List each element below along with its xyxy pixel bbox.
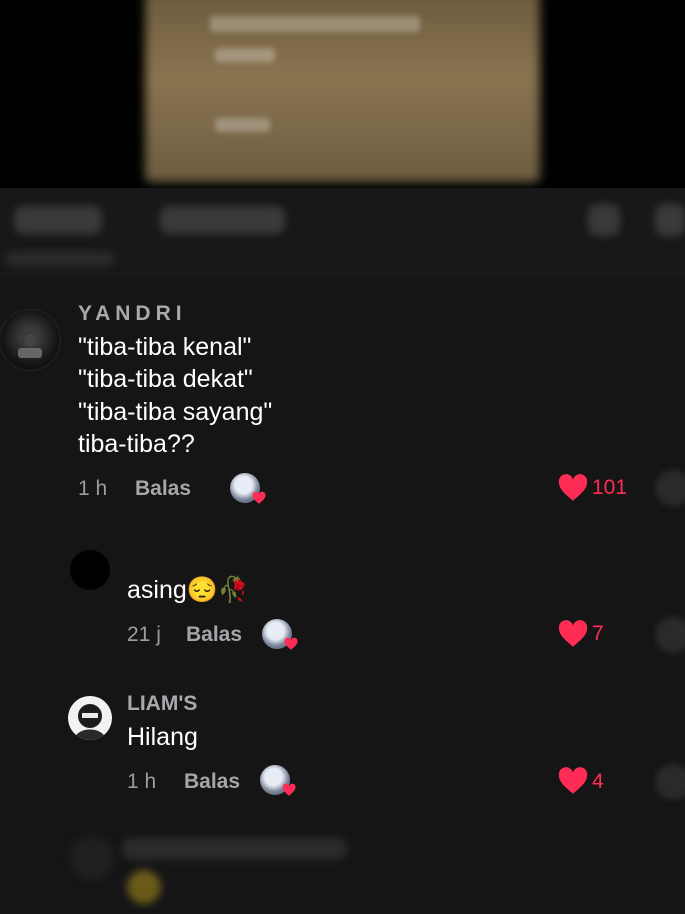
reply-button[interactable]: Balas — [184, 770, 240, 794]
avatar[interactable] — [68, 696, 112, 740]
reply-item: asing😔🥀 21 j Balas 7 — [0, 548, 685, 658]
like-heart-icon[interactable] — [557, 767, 589, 795]
blurred-emoji — [127, 870, 161, 904]
avatar[interactable] — [70, 550, 110, 590]
reply-button[interactable]: Balas — [186, 623, 242, 647]
blurred-subtitle — [6, 252, 114, 266]
blurred-action-icon[interactable] — [655, 204, 685, 236]
creator-liked-avatar — [230, 473, 266, 504]
video-preview-area[interactable] — [0, 0, 685, 188]
heart-icon — [252, 491, 266, 504]
video-action-row — [0, 188, 685, 278]
blurred-share-control[interactable] — [160, 206, 285, 234]
blurred-like-control[interactable] — [14, 206, 102, 234]
blurred-side-button[interactable] — [655, 617, 685, 653]
like-heart-icon[interactable] — [557, 474, 589, 502]
like-heart-icon[interactable] — [557, 620, 589, 648]
avatar[interactable] — [0, 310, 60, 370]
comment-timestamp: 1 h — [78, 477, 108, 500]
reply-timestamp: 21 j — [127, 623, 161, 646]
like-count: 4 — [592, 770, 604, 793]
comment-text-line: tiba-tiba?? — [78, 430, 195, 458]
reply-timestamp: 1 h — [127, 770, 157, 793]
blurred-caption-line — [215, 48, 275, 62]
reply-username[interactable]: LIAM'S — [127, 692, 197, 716]
heart-icon — [284, 637, 298, 650]
blurred-avatar — [70, 836, 114, 880]
like-count: 7 — [592, 622, 604, 645]
comment-text-line: "tiba-tiba sayang" — [78, 398, 273, 426]
blurred-side-button[interactable] — [655, 470, 685, 506]
blurred-action-icon[interactable] — [588, 204, 620, 236]
comment-text-line: "tiba-tiba kenal" — [78, 333, 252, 361]
creator-liked-avatar — [260, 765, 296, 796]
reply-item: LIAM'S Hilang 1 h Balas 4 — [0, 690, 685, 810]
reply-text: Hilang — [127, 723, 198, 751]
creator-liked-avatar — [262, 619, 298, 650]
blurred-side-button[interactable] — [655, 764, 685, 800]
blurred-caption-line — [210, 16, 420, 32]
reply-button[interactable]: Balas — [135, 477, 191, 501]
comment-text-line: "tiba-tiba dekat" — [78, 365, 253, 393]
comment-item: YANDRI "tiba-tiba kenal" "tiba-tiba deka… — [0, 300, 685, 510]
blurred-username — [122, 838, 347, 860]
comment-username[interactable]: YANDRI — [78, 302, 187, 326]
reply-text: asing😔🥀 — [127, 576, 250, 604]
like-count: 101 — [592, 476, 628, 499]
blurred-caption-line — [215, 118, 270, 132]
heart-icon — [282, 783, 296, 796]
blurred-next-comment — [0, 828, 685, 914]
